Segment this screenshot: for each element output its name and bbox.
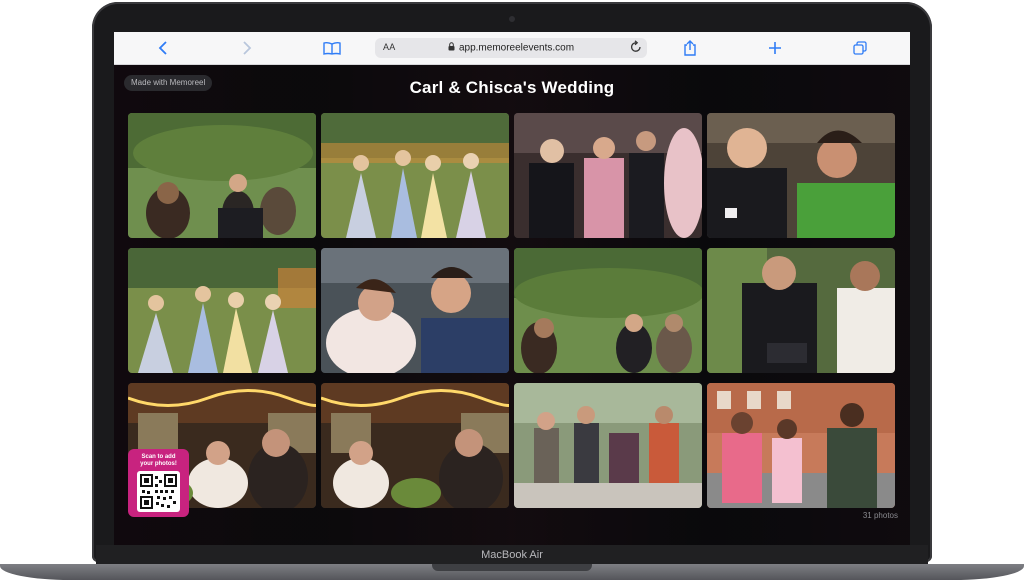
bookmarks-icon[interactable] bbox=[321, 37, 343, 59]
tabs-icon[interactable] bbox=[849, 37, 871, 59]
url-text: app.memoreelevents.com bbox=[458, 42, 575, 54]
photo-count: 31 photos bbox=[862, 511, 898, 520]
reload-icon[interactable] bbox=[630, 40, 642, 59]
photo-tile[interactable] bbox=[321, 248, 509, 373]
forward-icon[interactable] bbox=[236, 37, 258, 59]
qr-code-icon bbox=[137, 471, 180, 512]
photo-tile[interactable] bbox=[514, 113, 702, 238]
share-icon[interactable] bbox=[679, 37, 701, 59]
lock-icon bbox=[448, 42, 455, 54]
photo-tile[interactable] bbox=[128, 113, 316, 238]
photo-grid bbox=[128, 113, 896, 508]
gallery-page: Made with Memoreel Carl & Chisca's Weddi… bbox=[114, 65, 910, 545]
qr-upload-card[interactable]: Scan to add your photos! bbox=[128, 449, 189, 517]
page-title: Carl & Chisca's Wedding bbox=[409, 78, 615, 97]
back-icon[interactable] bbox=[152, 37, 174, 59]
qr-caption-line1: Scan to add bbox=[141, 454, 176, 460]
photo-tile[interactable] bbox=[707, 113, 895, 238]
address-bar[interactable]: AA app.memoreelevents.com bbox=[375, 38, 647, 58]
device-brand: MacBook Air bbox=[481, 549, 543, 561]
photo-tile[interactable] bbox=[321, 383, 509, 508]
laptop-screen: AA app.memoreelevents.com Made with Memo… bbox=[114, 32, 910, 545]
qr-caption: Scan to add your photos! bbox=[128, 454, 189, 468]
browser-toolbar: AA app.memoreelevents.com bbox=[114, 32, 910, 65]
photo-tile[interactable] bbox=[707, 383, 895, 508]
photo-tile[interactable] bbox=[707, 248, 895, 373]
photo-tile[interactable] bbox=[514, 383, 702, 508]
photo-tile[interactable] bbox=[128, 248, 316, 373]
photo-tile[interactable] bbox=[514, 248, 702, 373]
laptop-notch bbox=[432, 564, 592, 571]
photo-tile[interactable] bbox=[321, 113, 509, 238]
camera-icon bbox=[509, 16, 515, 22]
new-tab-icon[interactable] bbox=[764, 37, 786, 59]
qr-caption-line2: your photos! bbox=[140, 461, 177, 467]
